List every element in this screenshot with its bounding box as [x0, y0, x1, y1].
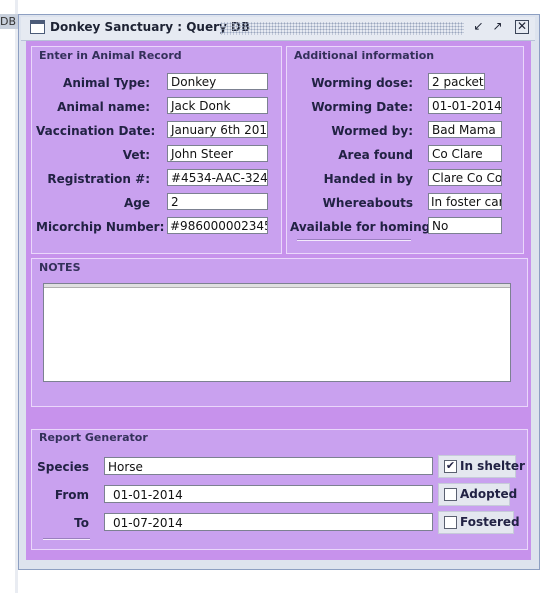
area-found-label: Area found: [338, 148, 413, 162]
animal-name-label: Animal name:: [57, 100, 150, 114]
report-separator: [43, 538, 90, 540]
in-shelter-checkbox[interactable]: ✔ In shelter: [438, 455, 525, 478]
vet-field[interactable]: John Steer: [167, 145, 268, 162]
worming-dose-label: Worming dose:: [311, 76, 413, 90]
from-label: From: [54, 488, 89, 502]
worming-date-field[interactable]: 01-01-2014: [428, 97, 502, 114]
worming-dose-field[interactable]: 2 packets: [428, 73, 485, 90]
maximize-icon[interactable]: ↗: [490, 19, 505, 34]
background-window-text: DB: [0, 14, 19, 29]
wormed-by-field[interactable]: Bad Mama: [428, 121, 502, 138]
wormed-by-label: Wormed by:: [331, 124, 413, 138]
species-field[interactable]: Horse: [104, 457, 433, 475]
available-for-homing-label: Available for homing: [290, 220, 431, 234]
vaccination-date-field[interactable]: January 6th 2014: [167, 121, 268, 138]
vaccination-date-label: Vaccination Date:: [36, 124, 156, 138]
age-field[interactable]: 2: [167, 193, 268, 210]
handed-in-by-field[interactable]: Clare Co Co: [428, 169, 502, 186]
notes-textarea[interactable]: [43, 283, 511, 382]
whereabouts-field[interactable]: In foster care: [428, 193, 502, 210]
whereabouts-label: Whereabouts: [322, 196, 413, 210]
in-shelter-label: In shelter: [460, 459, 525, 473]
microchip-label: Micorchip Number:: [36, 220, 165, 234]
to-label: To: [74, 516, 89, 530]
handed-in-by-label: Handed in by: [323, 172, 413, 186]
additional-info-title: Additional information: [294, 49, 435, 62]
to-date-field[interactable]: 01-07-2014: [104, 513, 433, 531]
microchip-field[interactable]: #9860000023456: [167, 217, 268, 234]
adopted-box-icon: [444, 488, 457, 501]
fostered-label: Fostered: [460, 515, 520, 529]
from-date-field[interactable]: 01-01-2014: [104, 485, 433, 503]
animal-type-label: Animal Type:: [63, 76, 150, 90]
notes-title: NOTES: [39, 261, 81, 274]
report-generator-title: Report Generator: [39, 431, 148, 444]
species-label: Species: [37, 460, 89, 474]
title-bar-grip: [220, 22, 464, 35]
animal-name-field[interactable]: Jack Donk: [167, 97, 268, 114]
animal-record-title: Enter in Animal Record: [39, 49, 182, 62]
close-icon[interactable]: ✕: [515, 20, 529, 34]
in-shelter-check-icon: ✔: [444, 459, 457, 473]
registration-field[interactable]: #4534-AAC-324: [167, 169, 268, 186]
fostered-checkbox[interactable]: Fostered: [438, 511, 520, 534]
homing-separator: [297, 239, 411, 241]
registration-label: Registration #:: [47, 172, 150, 186]
adopted-checkbox[interactable]: Adopted: [438, 483, 517, 506]
window-icon: [30, 20, 45, 34]
area-found-field[interactable]: Co Clare: [428, 145, 502, 162]
animal-type-field[interactable]: Donkey: [167, 73, 268, 90]
worming-date-label: Worming Date:: [311, 100, 413, 114]
vet-label: Vet:: [122, 148, 150, 162]
fostered-box-icon: [444, 516, 457, 529]
adopted-label: Adopted: [460, 487, 518, 501]
notes-scroll-edge: [44, 284, 510, 288]
available-for-homing-field[interactable]: No: [428, 217, 502, 234]
age-label: Age: [123, 196, 150, 210]
minimize-icon[interactable]: ↙: [471, 19, 486, 34]
